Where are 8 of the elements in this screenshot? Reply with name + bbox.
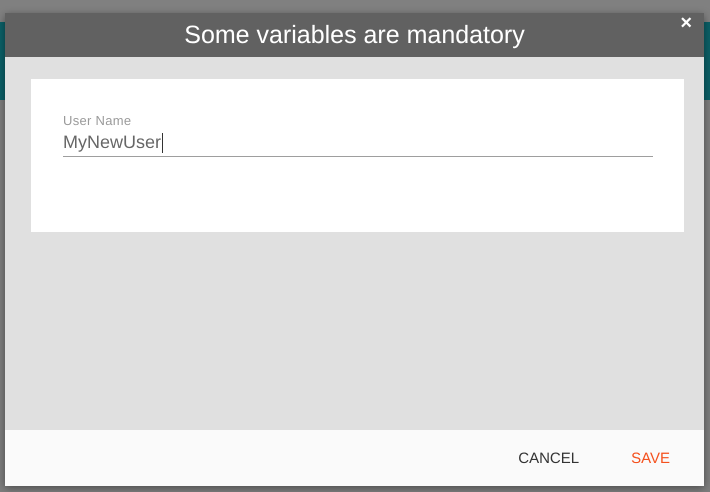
input-field[interactable]: User Name MyNewUser (63, 113, 653, 157)
text-cursor (162, 132, 164, 152)
cancel-button[interactable]: CANCEL (506, 444, 592, 472)
close-button[interactable]: × (676, 13, 696, 33)
field-value: MyNewUser (63, 132, 162, 153)
dialog-title: Some variables are mandatory (184, 20, 525, 50)
field-label: User Name (63, 113, 132, 128)
save-button[interactable]: SAVE (619, 444, 682, 472)
